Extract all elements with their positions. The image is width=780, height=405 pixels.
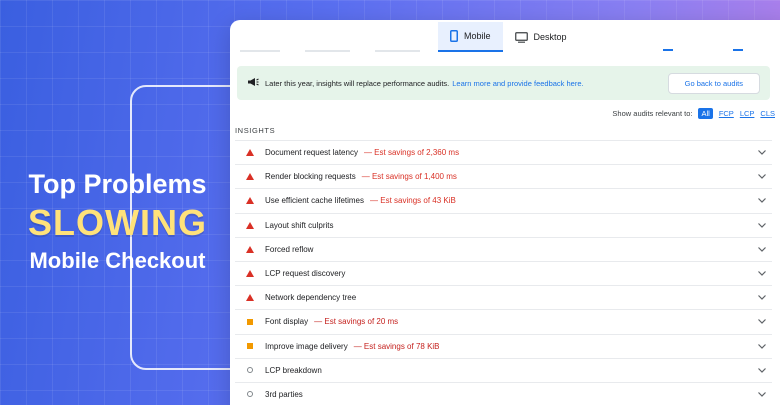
- audit-filters: Show audits relevant to: All FCP LCP CLS: [612, 108, 775, 119]
- insight-row[interactable]: Render blocking requests — Est savings of…: [235, 164, 772, 188]
- chevron-down-icon[interactable]: [758, 342, 766, 351]
- tab-mobile[interactable]: Mobile: [438, 22, 503, 52]
- insight-row[interactable]: 3rd parties: [235, 381, 772, 405]
- chevron-down-icon[interactable]: [758, 196, 766, 205]
- insight-row[interactable]: Forced reflow: [235, 236, 772, 261]
- megaphone-icon: [247, 77, 259, 89]
- insight-label: Improve image delivery: [265, 341, 348, 351]
- chevron-down-icon[interactable]: [758, 293, 766, 302]
- chevron-down-icon[interactable]: [758, 390, 766, 399]
- tab-desktop-label: Desktop: [533, 32, 567, 42]
- insight-row[interactable]: LCP breakdown: [235, 357, 772, 382]
- tab-mobile-label: Mobile: [464, 31, 491, 41]
- fail-triangle-icon: [243, 245, 257, 253]
- fail-triangle-icon: [243, 173, 257, 181]
- insight-row[interactable]: Layout shift culprits: [235, 212, 772, 237]
- insight-label: Use efficient cache lifetimes: [265, 196, 365, 206]
- insight-row[interactable]: LCP request discovery: [235, 260, 772, 285]
- insight-row[interactable]: Font display — Est savings of 20 ms: [235, 309, 772, 333]
- insight-row[interactable]: Network dependency tree: [235, 285, 772, 309]
- insight-row[interactable]: Document request latency — Est savings of…: [235, 140, 772, 164]
- insight-label: LCP breakdown: [265, 365, 322, 375]
- insight-label: LCP request discovery: [265, 269, 346, 279]
- go-back-button[interactable]: Go back to audits: [667, 72, 760, 94]
- desktop-icon: [514, 31, 528, 43]
- stub-divider: [305, 50, 350, 52]
- insight-label: Render blocking requests: [265, 172, 356, 182]
- notice-text: Later this year, insights will replace p…: [265, 78, 450, 88]
- fail-triangle-icon: [243, 149, 257, 157]
- filter-lcp[interactable]: LCP: [740, 109, 755, 118]
- insight-label: Layout shift culprits: [265, 220, 334, 230]
- fail-triangle-icon: [243, 197, 257, 205]
- info-circle-icon: [243, 391, 257, 398]
- average-square-icon: [243, 343, 257, 350]
- insight-savings: — Est savings of 43 KiB: [370, 196, 456, 206]
- insights-list: Document request latency — Est savings of…: [235, 140, 772, 405]
- insight-label: 3rd parties: [265, 389, 303, 399]
- fail-triangle-icon: [243, 294, 257, 302]
- insight-label: Network dependency tree: [265, 293, 357, 303]
- headline: Top Problems SLOWING Mobile Checkout: [0, 168, 235, 276]
- stub-divider: [240, 50, 280, 52]
- average-square-icon: [243, 318, 257, 325]
- device-tabs: Mobile Desktop: [438, 22, 579, 52]
- pagespeed-panel: Mobile Desktop Later this year, insights…: [230, 20, 780, 405]
- insight-row[interactable]: Improve image delivery — Est savings of 7…: [235, 333, 772, 358]
- chevron-down-icon[interactable]: [758, 221, 766, 230]
- filter-fcp[interactable]: FCP: [719, 109, 734, 118]
- chevron-down-icon[interactable]: [758, 245, 766, 254]
- insight-label: Document request latency: [265, 148, 358, 158]
- headline-line-2: SLOWING: [28, 202, 207, 243]
- fail-triangle-icon: [243, 221, 257, 229]
- insight-savings: — Est savings of 2,360 ms: [363, 148, 460, 158]
- insight-savings: — Est savings of 78 KiB: [353, 341, 440, 351]
- stub-divider: [375, 50, 420, 52]
- insight-label: Font display: [265, 317, 309, 327]
- mobile-icon: [450, 30, 458, 42]
- chevron-down-icon[interactable]: [758, 366, 766, 375]
- filters-label: Show audits relevant to:: [612, 109, 693, 118]
- headline-line-3: Mobile Checkout: [29, 248, 206, 273]
- insights-notice: Later this year, insights will replace p…: [237, 66, 770, 100]
- chevron-down-icon[interactable]: [758, 172, 766, 181]
- insight-savings: — Est savings of 1,400 ms: [361, 172, 457, 182]
- stub-accent: [663, 49, 673, 51]
- section-title: INSIGHTS: [235, 126, 276, 135]
- fail-triangle-icon: [243, 270, 257, 278]
- tab-desktop[interactable]: Desktop: [503, 22, 579, 52]
- chevron-down-icon[interactable]: [758, 269, 766, 278]
- info-circle-icon: [243, 367, 257, 374]
- chevron-down-icon[interactable]: [758, 148, 766, 157]
- filter-cls[interactable]: CLS: [760, 109, 775, 118]
- chevron-down-icon[interactable]: [758, 317, 766, 326]
- feedback-link[interactable]: Learn more and provide feedback here.: [452, 79, 583, 88]
- filter-all[interactable]: All: [698, 108, 713, 119]
- insight-label: Forced reflow: [265, 244, 314, 254]
- insight-savings: — Est savings of 20 ms: [314, 317, 399, 327]
- headline-line-1: Top Problems: [28, 169, 207, 199]
- insight-row[interactable]: Use efficient cache lifetimes — Est savin…: [235, 188, 772, 212]
- stub-accent: [733, 49, 743, 51]
